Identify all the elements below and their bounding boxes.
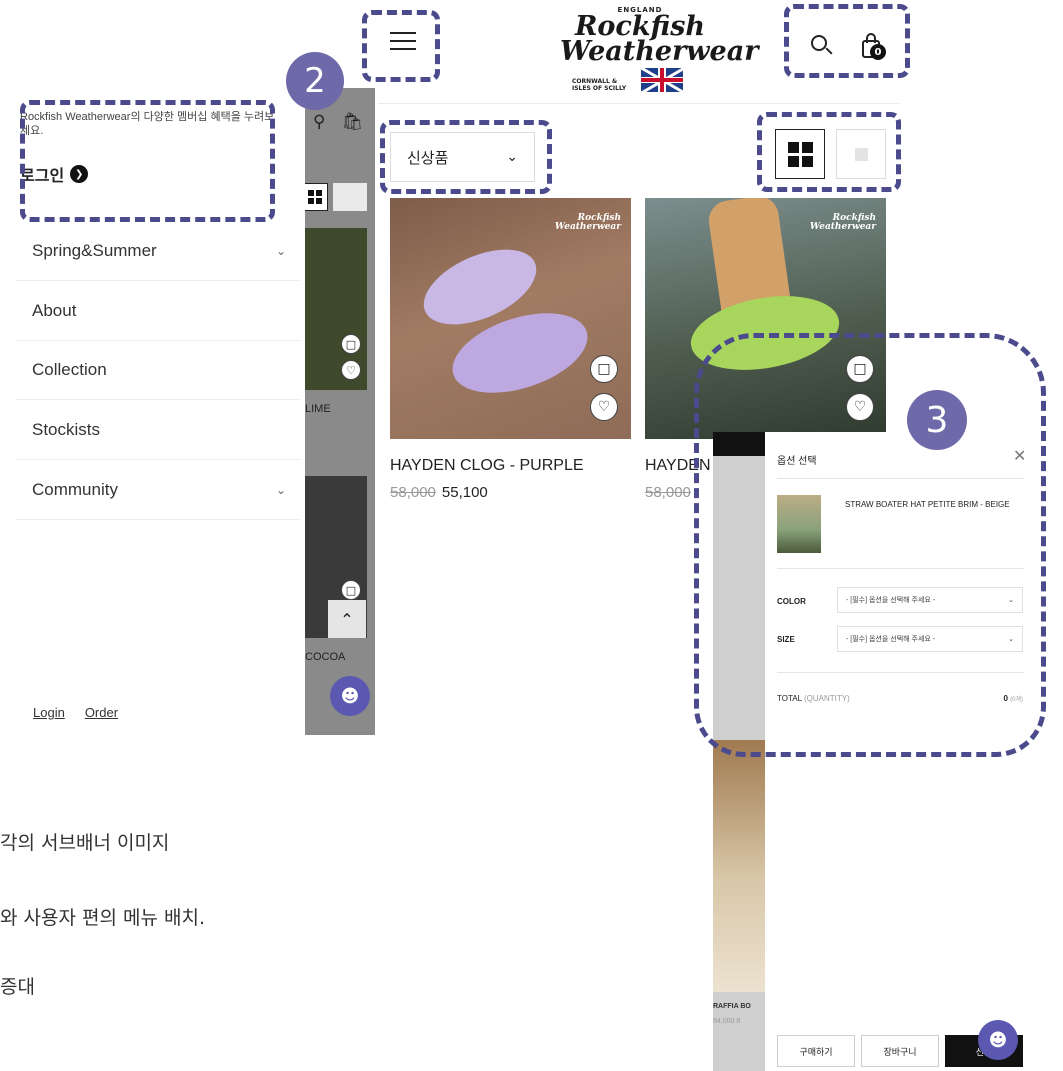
caption-line: 각의 서브배너 이미지 [0, 832, 170, 854]
logo-sub-line-1: CORNWALL & [572, 78, 618, 85]
chevron-down-icon: ⌄ [275, 482, 286, 497]
chatbot-icon[interactable]: ☻ [330, 676, 370, 716]
heart-icon[interactable]: ♡ [590, 393, 618, 421]
caption-line: 증대 [0, 976, 35, 998]
grid-view-icon[interactable] [302, 183, 328, 211]
total-amount: 0 [1003, 694, 1008, 703]
divider [777, 568, 1024, 569]
login-footer-link[interactable]: Login [33, 705, 65, 720]
search-icon[interactable]: ⚲ [313, 112, 325, 132]
background-product-label: RAFFIA BO [713, 1003, 751, 1010]
buy-now-button[interactable]: 구매하기 [777, 1035, 855, 1067]
single-view-button[interactable] [836, 129, 886, 179]
drawer-footer: Login Order [33, 705, 118, 720]
color-option-label: COLOR [777, 597, 806, 606]
product-name[interactable]: HAYDEN [645, 457, 711, 475]
cart-add-icon[interactable]: □ [590, 355, 618, 383]
divider [777, 478, 1024, 479]
menu-item-collection[interactable]: Collection [16, 340, 300, 400]
order-footer-link[interactable]: Order [85, 705, 118, 720]
menu-item-label: Spring&Summer [32, 240, 157, 260]
caption-line: 와 사용자 편의 메뉴 배치. [0, 907, 205, 929]
background-product-price: 84,000 8 [713, 1018, 741, 1025]
modal-product-name: STRAW BOATER HAT PETITE BRIM - BEIGE [845, 500, 1010, 509]
search-icon[interactable] [810, 34, 834, 58]
membership-promo-text: Rockfish Weatherwear의 다양한 멤버십 혜택을 누려보세요. [20, 111, 275, 137]
product-price: 58,000 [645, 484, 697, 501]
background-product-image [713, 740, 765, 992]
modal-background: RAFFIA BO 84,000 8 [713, 432, 765, 1071]
color-select[interactable]: - [필수] 옵션을 선택해 주세요 - ⌄ [837, 587, 1023, 613]
menu-item-stockists[interactable]: Stockists [16, 400, 300, 460]
cart-icon[interactable]: 🛍 [341, 112, 363, 132]
login-link[interactable]: 로그인 ❯ [20, 162, 89, 186]
menu-item-spring-summer[interactable]: Spring&Summer ⌄ [16, 221, 300, 281]
login-title: 로그인 [20, 166, 65, 185]
grid-view-button[interactable] [775, 129, 825, 179]
menu-item-about[interactable]: About [16, 281, 300, 341]
logo-sub: CORNWALL & ISLES OF SCILLY [572, 78, 626, 92]
close-icon[interactable]: ✕ [1013, 446, 1026, 466]
logo-sub-line-2: ISLES OF SCILLY [572, 85, 627, 92]
annotation-badge: 3 [907, 390, 967, 450]
size-select[interactable]: - [필수] 옵션을 선택해 주세요 - ⌄ [837, 626, 1023, 652]
color-select-placeholder: - [필수] 옵션을 선택해 주세요 - [846, 597, 936, 604]
size-select-placeholder: - [필수] 옵션을 선택해 주세요 - [846, 636, 936, 643]
original-price: 58,000 [390, 484, 436, 501]
image-logo: Rockfish Weatherwear [809, 213, 876, 232]
sort-select[interactable]: 신상품 ⌄ [390, 132, 535, 182]
option-select-modal: 옵션 선택 ✕ STRAW BOATER HAT PETITE BRIM - B… [765, 432, 1037, 1071]
single-view-icon[interactable] [333, 183, 367, 211]
brand-logo[interactable]: ENGLAND Rockfish Weatherwear CORNWALL & … [560, 6, 759, 96]
menu-item-label: About [32, 300, 77, 320]
cart-icon[interactable]: 0 [860, 32, 886, 60]
chatbot-icon[interactable]: ☻ [978, 1020, 1018, 1060]
size-option-label: SIZE [777, 635, 795, 644]
menu-item-community[interactable]: Community ⌄ [16, 460, 300, 520]
heart-icon[interactable]: ♡ [846, 393, 874, 421]
total-label: TOTAL (QUANTITY) [777, 694, 850, 703]
divider [777, 672, 1024, 673]
background-product-label: LIME [305, 403, 331, 415]
heart-icon[interactable]: ♡ [341, 360, 361, 380]
chevron-down-icon: ⌄ [1008, 597, 1014, 604]
total-text: TOTAL [777, 694, 802, 703]
menu-item-label: Community [32, 479, 118, 499]
total-count: (0개) [1010, 697, 1023, 703]
chevron-down-icon: ⌄ [506, 149, 518, 165]
product-price: 58,000 55,100 [390, 484, 488, 501]
menu-item-label: Collection [32, 359, 107, 379]
union-jack-flag-icon [641, 68, 683, 92]
annotation-badge: 2 [286, 52, 344, 110]
product-name[interactable]: HAYDEN CLOG - PURPLE [390, 457, 584, 475]
product-thumbnail [777, 495, 821, 553]
image-logo: Rockfish Weatherwear [554, 213, 621, 232]
side-drawer-menu: Rockfish Weatherwear의 다양한 멤버십 혜택을 누려보세요.… [0, 88, 305, 735]
hamburger-menu-icon[interactable] [390, 32, 416, 50]
header-divider [378, 103, 900, 104]
total-quantity-text: (QUANTITY) [803, 694, 850, 703]
sale-price: 55,100 [441, 484, 488, 501]
total-value: 0 (0개) [1003, 694, 1023, 703]
scroll-top-button[interactable]: ⌃ [328, 600, 366, 638]
modal-title: 옵션 선택 [777, 456, 817, 467]
background-product-label: COCOA [305, 651, 346, 663]
cart-add-icon[interactable]: □ [341, 334, 361, 354]
original-price: 58,000 [645, 484, 691, 501]
logo-line-2: Weatherwear [560, 36, 759, 67]
sort-selected-value: 신상품 [407, 148, 449, 167]
cart-add-icon[interactable]: □ [341, 580, 361, 600]
cart-count-badge: 0 [870, 44, 886, 60]
arrow-right-icon: ❯ [70, 165, 89, 183]
chevron-down-icon: ⌄ [1008, 636, 1014, 643]
menu-item-label: Stockists [32, 419, 101, 439]
header-icons: 0 [810, 32, 886, 60]
chevron-down-icon: ⌄ [275, 243, 286, 258]
cart-add-icon[interactable]: □ [846, 355, 874, 383]
product-clog-shape [685, 285, 845, 381]
side-header-icons: ⚲ 🛍 [313, 112, 363, 132]
add-to-cart-button[interactable]: 장바구니 [861, 1035, 939, 1067]
